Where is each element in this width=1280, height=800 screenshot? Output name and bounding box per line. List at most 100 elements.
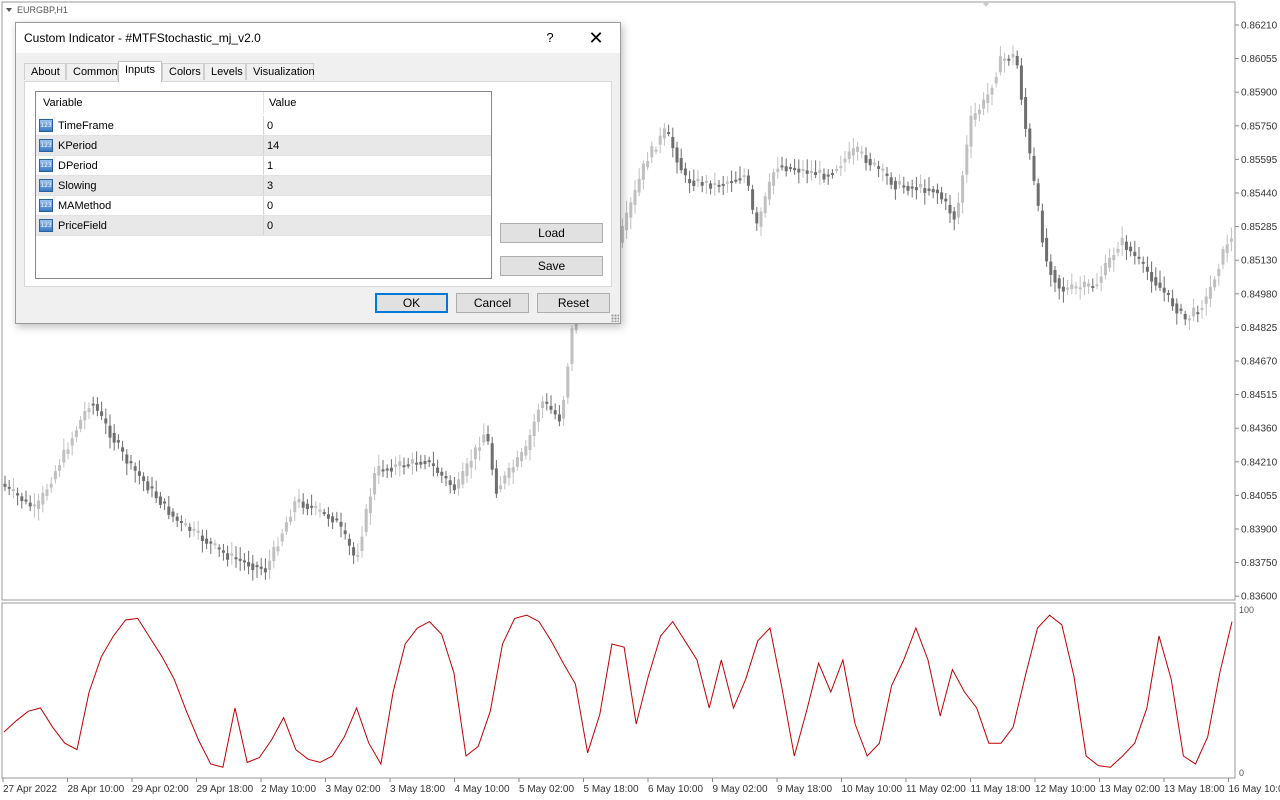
candle-body [368,496,372,514]
variable-value[interactable]: 3 [267,180,273,192]
candle-body [125,454,129,464]
candle-body [641,163,645,180]
variable-value[interactable]: 0 [267,120,273,132]
candle-body [1045,237,1049,262]
variable-name: DPeriod [58,160,98,172]
tab-levels[interactable]: Levels [204,63,246,80]
candle-body [671,137,675,149]
candle-body [74,430,78,438]
candle-body [482,434,486,443]
reset-button[interactable]: Reset [537,293,610,313]
candle-body [415,462,419,465]
candle-body [549,406,553,410]
load-button[interactable]: Load [500,223,603,243]
candle-body [969,115,973,147]
integer-type-icon: 123 [39,139,53,152]
save-button[interactable]: Save [500,256,603,276]
candle-body [515,457,519,467]
cancel-button[interactable]: Cancel [456,293,529,313]
candle-body [700,182,704,186]
candle-body [406,464,410,467]
table-row[interactable]: 123 PriceField 0 [36,216,491,236]
candle-body [121,447,125,452]
candle-body [104,418,108,424]
candle-body [490,443,494,470]
candle-body [196,530,200,533]
candle-body [557,414,561,422]
candle-body [902,185,906,188]
candle-body [1087,283,1091,287]
candle-body [562,399,566,419]
candle-body [95,404,99,411]
candle-body [293,501,297,513]
dialog-titlebar[interactable]: Custom Indicator - #MTFStochastic_mj_v2.… [16,23,620,53]
price-tick-label: 0.86210 [1241,21,1278,32]
column-divider[interactable] [263,92,264,114]
inputs-table[interactable]: Variable Value 123 TimeFrame 0 123 KPeri… [35,91,492,279]
candle-body [322,512,326,515]
candle-body [1133,251,1137,257]
column-header-value[interactable]: Value [269,97,296,109]
candle-body [16,493,20,496]
table-row[interactable]: 123 KPeriod 14 [36,136,491,156]
candle-body [650,146,654,158]
candle-body [377,465,381,476]
candle-body [276,546,280,552]
help-button[interactable]: ? [538,27,562,49]
date-tick-label: 29 Apr 02:00 [132,784,189,795]
candle-body [503,475,507,484]
candle-body [431,463,435,467]
candle-body [146,481,150,491]
price-tick-label: 0.84360 [1241,424,1278,435]
candle-body [835,168,839,171]
column-header-variable[interactable]: Variable [43,97,83,109]
candle-body [914,187,918,191]
tab-colors[interactable]: Colors [162,63,204,80]
date-tick-label: 13 May 18:00 [1164,784,1225,795]
candle-body [856,146,860,152]
ok-button[interactable]: OK [375,293,448,313]
candle-body [41,492,45,505]
date-tick-label: 9 May 02:00 [713,784,768,795]
candle-body [1200,307,1204,310]
table-row[interactable]: 123 DPeriod 1 [36,156,491,176]
candle-body [851,148,855,156]
candle-body [826,174,830,177]
candle-body [1028,128,1032,154]
tab-about[interactable]: About [24,63,66,80]
candle-body [528,435,532,450]
candle-body [389,467,393,472]
tab-common[interactable]: Common [66,63,118,80]
variable-value[interactable]: 1 [267,160,273,172]
variable-value[interactable]: 0 [267,220,273,232]
variable-value[interactable]: 0 [267,200,273,212]
candle-body [1229,238,1233,242]
resize-grip[interactable] [611,314,619,322]
tab-visualization[interactable]: Visualization [246,63,315,80]
candle-body [1175,303,1179,314]
candle-body [381,469,385,472]
candle-body [461,471,465,485]
candle-body [24,499,28,502]
candle-body [679,158,683,171]
candle-body [137,471,141,476]
candle-body [923,188,927,193]
candle-body [1116,248,1120,253]
candle-body [1183,314,1187,320]
price-tick-label: 0.84210 [1241,457,1278,468]
variable-value[interactable]: 14 [267,140,279,152]
candle-body [1061,286,1065,292]
candle-body [486,434,490,442]
close-button[interactable]: ✕ [584,27,608,49]
candle-body [919,184,923,188]
table-row[interactable]: 123 Slowing 3 [36,176,491,196]
candle-body [1120,237,1124,246]
price-tick-label: 0.85285 [1241,222,1278,233]
candle-body [877,166,881,169]
candle-body [251,563,255,571]
candle-body [667,132,671,135]
table-row[interactable]: 123 MAMethod 0 [36,196,491,216]
table-row[interactable]: 123 TimeFrame 0 [36,116,491,136]
tab-inputs[interactable]: Inputs [118,61,162,82]
candle-body [398,461,402,467]
